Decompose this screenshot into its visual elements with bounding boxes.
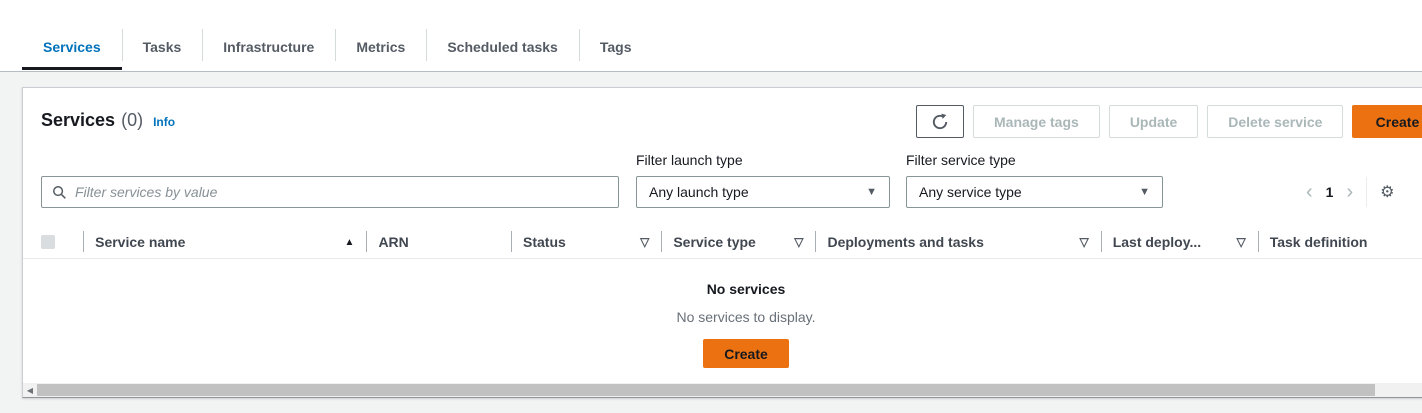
service-type-value: Any service type [919,184,1022,200]
sort-caret-icon[interactable]: ▽ [1079,235,1088,249]
launch-type-value: Any launch type [649,184,749,200]
column-last-deployment[interactable]: Last deploy... ▽ [1101,226,1258,258]
column-service-name[interactable]: Service name ▲ [83,226,366,258]
tab-bar: Services Tasks Infrastructure Metrics Sc… [0,0,1422,72]
manage-tags-button[interactable]: Manage tags [973,105,1100,138]
services-panel: Services (0) Info Manage tags Update Del… [22,87,1422,398]
search-box[interactable] [41,176,619,208]
create-button[interactable]: Create [1352,105,1422,138]
empty-state-create-button[interactable]: Create [703,339,789,368]
column-label: Last deploy... [1113,234,1201,250]
column-status[interactable]: Status ▽ [511,226,661,258]
sort-caret-icon[interactable]: ▽ [640,235,649,249]
column-label: Service type [673,234,756,250]
select-all-checkbox[interactable] [41,235,55,249]
update-button[interactable]: Update [1109,105,1198,138]
current-page[interactable]: 1 [1326,184,1334,200]
tab-metrics[interactable]: Metrics [335,23,426,71]
info-link[interactable]: Info [153,115,175,129]
tab-services[interactable]: Services [22,23,122,71]
pagination: ‹ 1 › ⚙ [1306,176,1394,208]
column-service-type[interactable]: Service type ▽ [661,226,815,258]
tab-tasks[interactable]: Tasks [122,23,203,71]
scroll-left-arrow-icon[interactable]: ◀ [23,383,37,397]
service-type-filter-label: Filter service type [906,152,1016,168]
table-header: Service name ▲ ARN Status ▽ Service type… [23,226,1422,259]
empty-state-message: No services to display. [61,309,1422,325]
chevron-down-icon: ▼ [1139,186,1150,198]
panel-header: Services (0) Info [41,110,175,131]
select-all-cell [41,226,83,258]
search-icon [52,185,67,200]
panel-title: Services [41,110,115,131]
sort-ascending-icon[interactable]: ▲ [345,237,355,248]
horizontal-scrollbar[interactable]: ◀ [23,383,1422,397]
column-task-definition[interactable]: Task definition [1258,226,1422,258]
previous-page-icon[interactable]: ‹ [1306,182,1313,202]
delete-service-button[interactable]: Delete service [1207,105,1343,138]
tabs-list: Services Tasks Infrastructure Metrics Sc… [22,23,652,71]
refresh-icon [931,113,949,131]
empty-state-title: No services [61,281,1422,297]
tab-tags[interactable]: Tags [579,23,653,71]
search-input[interactable] [75,184,608,200]
service-type-dropdown[interactable]: Any service type ▼ [906,176,1163,208]
refresh-button[interactable] [916,105,964,138]
toolbar: Manage tags Update Delete service Create [916,105,1422,138]
column-label: ARN [378,234,408,250]
column-label: Service name [95,234,185,250]
launch-type-dropdown[interactable]: Any launch type ▼ [636,176,890,208]
column-label: Deployments and tasks [827,234,983,250]
empty-state: No services No services to display. Crea… [23,281,1422,368]
column-deployments-and-tasks[interactable]: Deployments and tasks ▽ [815,226,1100,258]
sort-caret-icon[interactable]: ▽ [794,235,803,249]
gear-icon[interactable]: ⚙ [1380,182,1394,202]
column-label: Status [523,234,566,250]
launch-type-filter-label: Filter launch type [636,152,743,168]
sort-caret-icon[interactable]: ▽ [1236,235,1245,249]
tab-infrastructure[interactable]: Infrastructure [202,23,335,71]
next-page-icon[interactable]: › [1346,182,1353,202]
pagination-divider [1366,177,1367,207]
chevron-down-icon: ▼ [866,186,877,198]
column-label: Task definition [1270,234,1368,250]
services-count: (0) [121,110,143,131]
scrollbar-thumb[interactable] [37,384,1375,396]
tab-scheduled-tasks[interactable]: Scheduled tasks [426,23,579,71]
column-arn[interactable]: ARN [366,226,511,258]
